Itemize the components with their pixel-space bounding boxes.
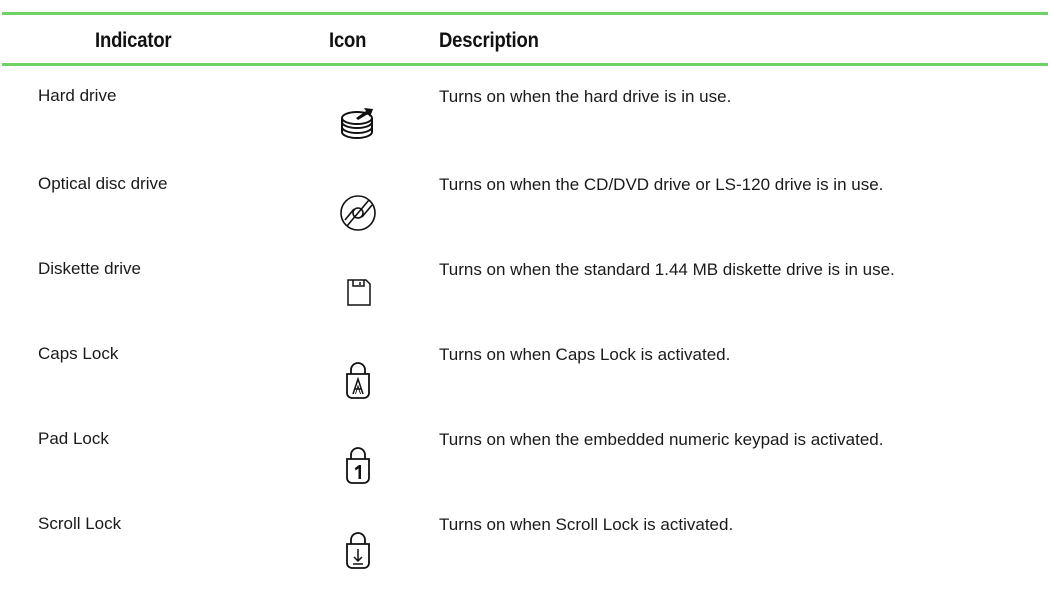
indicator-table: Indicator Icon Description Hard drive Tu…	[2, 12, 1048, 579]
caps-lock-icon	[338, 360, 378, 404]
scroll-lock-icon	[338, 530, 378, 574]
indicator-name: Pad Lock	[38, 429, 109, 448]
indicator-name: Scroll Lock	[38, 514, 122, 533]
indicator-name: Diskette drive	[38, 259, 141, 278]
indicator-description: Turns on when the embedded numeric keypa…	[439, 430, 884, 449]
pad-lock-icon	[338, 445, 378, 489]
indicator-description: Turns on when Caps Lock is activated.	[439, 345, 731, 364]
header-indicator: Indicator	[95, 29, 172, 52]
indicator-name: Optical disc drive	[38, 174, 168, 193]
indicator-description: Turns on when the standard 1.44 MB diske…	[439, 260, 895, 279]
indicator-description: Turns on when the hard drive is in use.	[439, 87, 732, 106]
table-row: Hard drive Turns on when the hard drive …	[2, 66, 1048, 154]
indicator-name: Caps Lock	[38, 344, 119, 363]
indicator-name: Hard drive	[38, 86, 117, 105]
optical-disc-icon	[338, 190, 378, 234]
table-row: Caps Lock Turns on when Caps Lock is act…	[2, 324, 1048, 409]
table-header-row: Indicator Icon Description	[2, 15, 1048, 63]
table-row: Scroll Lock Turns on when Scroll Lock is…	[2, 494, 1048, 579]
header-description: Description	[439, 29, 539, 52]
diskette-icon	[338, 275, 378, 319]
indicator-description: Turns on when the CD/DVD drive or LS-120…	[439, 175, 884, 194]
table-row: Pad Lock Turns on when the embedded nume…	[2, 409, 1048, 494]
hard-drive-icon	[338, 102, 378, 146]
header-icon: Icon	[329, 29, 367, 52]
table-row: Optical disc drive Turns on when the CD/…	[2, 154, 1048, 239]
table-row: Diskette drive Turns on when the standar…	[2, 239, 1048, 324]
indicator-description: Turns on when Scroll Lock is activated.	[439, 515, 734, 534]
